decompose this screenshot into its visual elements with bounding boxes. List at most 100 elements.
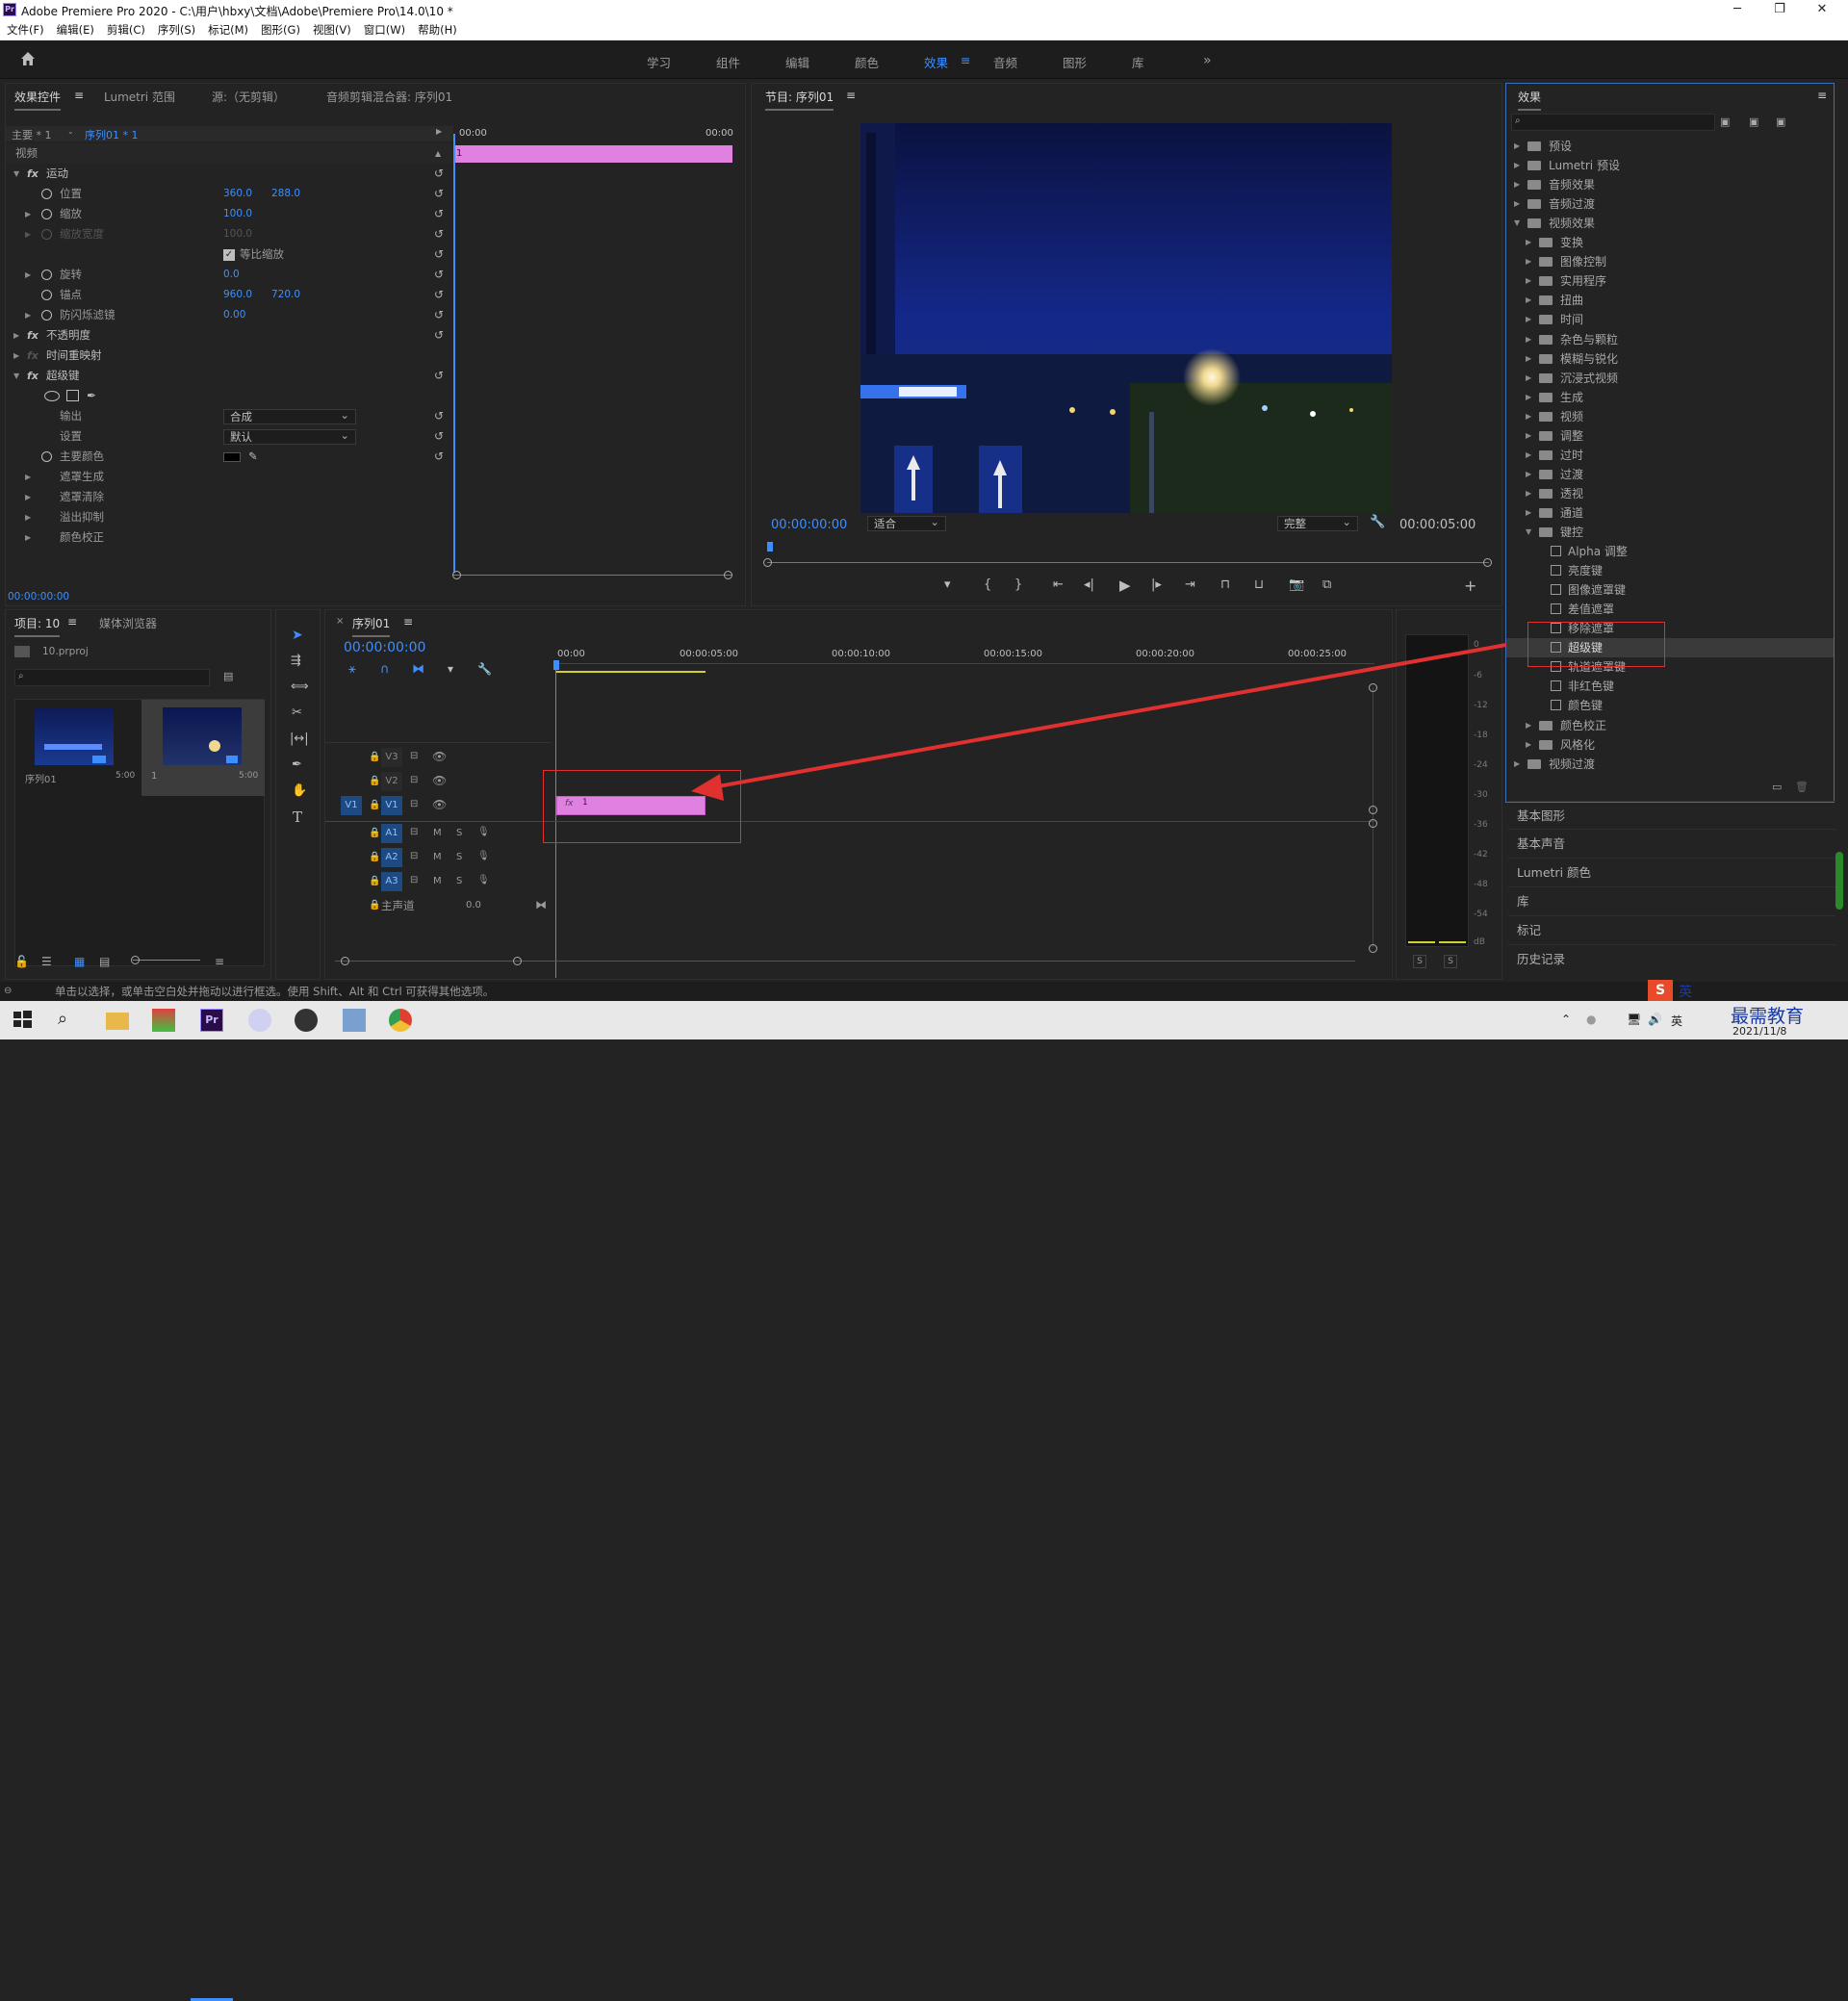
app-icon[interactable] [295, 1009, 318, 1032]
chevron-right-icon[interactable]: ▶ [1514, 137, 1520, 156]
tab-audio-clip-mixer[interactable]: 音频剪辑混合器: 序列01 [326, 89, 452, 105]
chevron-right-icon[interactable]: ▶ [1526, 503, 1531, 523]
effects-tree-item[interactable]: ▶ 沉浸式视频 [1506, 369, 1834, 388]
new-bin-icon[interactable]: ▭ [1772, 781, 1782, 793]
rectangle-mask-icon[interactable] [66, 390, 79, 401]
side-scrollbar[interactable] [1835, 852, 1843, 910]
extract-icon[interactable]: ⊔ [1254, 577, 1264, 592]
mark-in-icon[interactable]: { [984, 577, 991, 592]
menu-sequence[interactable]: 序列(S) [158, 19, 195, 40]
source-patch-v1[interactable]: V1 [341, 796, 362, 815]
add-marker-icon[interactable]: ▾ [448, 662, 453, 676]
go-to-in-icon[interactable]: ⇤ [1053, 577, 1064, 592]
mini-playhead[interactable] [453, 134, 455, 573]
effects-tree-item[interactable]: ▶ 视频过渡 [1506, 755, 1834, 774]
sync-lock-icon[interactable]: ⊟ [410, 827, 418, 837]
sync-lock-icon[interactable]: ⊟ [410, 851, 418, 861]
program-zoom-bar[interactable] [767, 562, 1489, 563]
selection-tool-icon[interactable]: ➤ [292, 628, 303, 643]
scroll-handle-right[interactable] [513, 957, 522, 965]
chevron-right-icon[interactable]: ▶ [1526, 291, 1531, 310]
chevron-up-icon[interactable]: ⌃ [1561, 1013, 1571, 1026]
zoom-handle-right[interactable] [724, 571, 732, 579]
reset-icon[interactable]: ↺ [434, 325, 444, 346]
stopwatch-icon[interactable] [41, 269, 52, 280]
linked-selection-icon[interactable]: ⧓ [412, 662, 424, 677]
close-tab-icon[interactable]: × [336, 616, 344, 627]
tab-lumetri-scopes[interactable]: Lumetri 范围 [104, 89, 175, 105]
list-view-icon[interactable]: ☰ [41, 955, 52, 968]
effects-tree-item[interactable]: ▶ 过渡 [1506, 465, 1834, 484]
chevron-right-icon[interactable]: ▶ [1526, 716, 1531, 735]
mini-zoom-bar[interactable] [453, 575, 732, 576]
panel-menu-icon[interactable]: ≡ [846, 89, 856, 102]
work-area-bar[interactable] [556, 671, 706, 673]
effects-tree-item[interactable]: ▶ Lumetri 预设 [1506, 156, 1834, 175]
wrench-icon[interactable]: 🔧 [1370, 515, 1385, 529]
solo-button[interactable]: S [456, 828, 462, 838]
track-target-a1[interactable]: A1 [381, 824, 402, 843]
meter-solo-right[interactable]: S [1444, 955, 1457, 968]
icon-view-icon[interactable]: ▦ [74, 955, 85, 968]
sort-icon[interactable]: ≡ [215, 955, 224, 968]
effects-tree-item[interactable]: ▶ 时间 [1506, 310, 1834, 329]
workspace-audio[interactable]: 音频 [993, 53, 1017, 71]
effects-tree-item[interactable]: ▶ 图像控制 [1506, 252, 1834, 271]
panel-markers[interactable]: 标记 [1508, 915, 1835, 943]
ime-taskbar-icon[interactable]: 英 [1671, 1013, 1682, 1029]
lock-icon[interactable]: 🔒 [369, 876, 380, 886]
lock-icon[interactable]: 🔒 [369, 800, 380, 810]
collapse-up-icon[interactable]: ▲ [435, 149, 441, 158]
scroll-handle[interactable] [1369, 944, 1377, 953]
play-icon[interactable]: ▶ [1119, 577, 1131, 594]
lift-icon[interactable]: ⊓ [1220, 577, 1230, 592]
microphone-icon[interactable]: 🎙 [477, 827, 490, 837]
mute-button[interactable]: M [433, 852, 442, 862]
timeline-timecode[interactable]: 00:00:00:00 [344, 640, 425, 655]
effects-tree-item[interactable]: 图像遮罩键 [1506, 580, 1834, 600]
reset-icon[interactable]: ↺ [434, 426, 444, 447]
menu-marker[interactable]: 标记(M) [208, 19, 248, 40]
effects-tree-item[interactable]: ▶ 模糊与锐化 [1506, 349, 1834, 369]
program-timecode[interactable]: 00:00:00:00 [771, 518, 847, 532]
freeform-view-icon[interactable]: ▤ [99, 955, 110, 968]
timeline-horizontal-scroll[interactable] [335, 961, 1355, 962]
sequence-clip-label[interactable]: 序列01 * 1 [85, 127, 139, 142]
pen-mask-icon[interactable]: ✒ [87, 386, 96, 406]
setting-dropdown[interactable]: 默认 [223, 428, 356, 445]
sync-lock-icon[interactable]: ⊟ [410, 799, 418, 809]
chevron-right-icon[interactable]: ▶ [1526, 446, 1531, 465]
project-item-sequence[interactable]: 序列01 5:00 [15, 700, 141, 796]
tab-effects[interactable]: 效果 [1518, 89, 1542, 111]
reset-icon[interactable]: ↺ [434, 406, 444, 426]
scroll-handle[interactable] [1369, 806, 1377, 814]
effects-tree-item[interactable]: ▶ 实用程序 [1506, 271, 1834, 291]
chevron-down-icon[interactable]: ▼ [1514, 214, 1520, 233]
panel-menu-icon[interactable]: ≡ [1817, 89, 1827, 102]
menu-view[interactable]: 视图(V) [313, 19, 351, 40]
flicker-value[interactable]: 0.00 [223, 305, 245, 325]
scroll-handle-left[interactable] [341, 957, 349, 965]
ultra-key-row[interactable]: ▼ fx 超级键 ↺ [6, 366, 453, 386]
tab-effect-controls[interactable]: 效果控件 [14, 89, 62, 111]
effects-tree-item[interactable]: Alpha 调整 [1506, 542, 1834, 561]
fit-dropdown[interactable]: 适合 [867, 515, 946, 531]
reset-icon[interactable]: ↺ [434, 164, 444, 184]
effects-tree-item[interactable]: 亮度键 [1506, 561, 1834, 580]
go-to-end-icon[interactable]: ⧓ [535, 898, 547, 911]
time-remap-row[interactable]: ▶ fx 时间重映射 [6, 346, 453, 366]
pen-tool-icon[interactable]: ✒ [292, 757, 302, 772]
effects-tree-item[interactable]: ▶ 风格化 [1506, 735, 1834, 755]
effects-tree-item[interactable]: ▶ 过时 [1506, 446, 1834, 465]
effects-tree-item[interactable]: 差值遮罩 [1506, 600, 1834, 619]
step-forward-icon[interactable]: |▸ [1151, 577, 1162, 592]
search-icon[interactable]: ⌕ [58, 1009, 81, 1032]
uniform-scale-checkbox[interactable]: ✓ [223, 249, 235, 261]
project-item-clip[interactable]: 1 5:00 [141, 700, 265, 796]
workspace-assembly[interactable]: 组件 [716, 53, 740, 71]
sogou-ime-icon[interactable]: S [1648, 980, 1673, 1001]
accelerated-effects-icon[interactable]: ▣ [1720, 115, 1730, 128]
chevron-right-icon[interactable]: ▶ [1514, 194, 1520, 214]
master-clip-label[interactable]: 主要 * 1 [12, 127, 52, 142]
eye-icon[interactable]: 👁 [432, 798, 447, 811]
